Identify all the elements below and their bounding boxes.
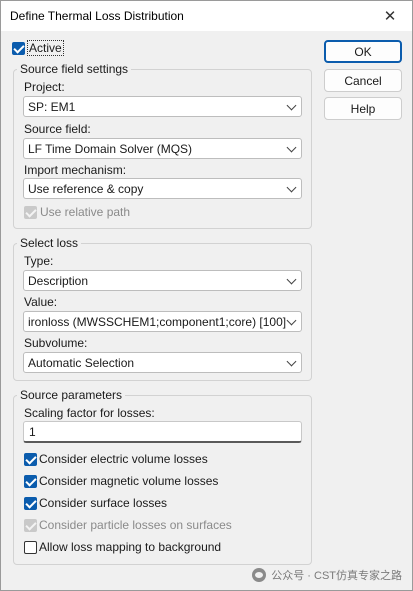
type-select[interactable]: Description xyxy=(23,270,302,291)
source-parameters-legend: Source parameters xyxy=(17,388,126,402)
subvolume-value: Automatic Selection xyxy=(28,356,135,370)
project-label: Project: xyxy=(24,80,65,94)
project-select[interactable]: SP: EM1 xyxy=(23,96,302,117)
dialog-window: Define Thermal Loss Distribution ✕ Activ… xyxy=(0,0,413,591)
chevron-down-icon xyxy=(286,100,297,111)
select-loss-legend: Select loss xyxy=(17,236,82,250)
particle-losses-checkbox[interactable] xyxy=(24,519,37,532)
magnetic-volume-label: Consider magnetic volume losses xyxy=(39,474,219,488)
window-title: Define Thermal Loss Distribution xyxy=(10,9,184,23)
source-field-legend: Source field settings xyxy=(17,62,132,76)
cancel-label: Cancel xyxy=(344,73,382,88)
cancel-button[interactable]: Cancel xyxy=(324,69,402,92)
source-field-value: LF Time Domain Solver (MQS) xyxy=(28,142,193,156)
close-button[interactable]: ✕ xyxy=(368,1,412,31)
close-icon: ✕ xyxy=(383,8,397,25)
value-label: Value: xyxy=(24,295,58,309)
scaling-factor-input[interactable]: 1 xyxy=(23,421,302,443)
relative-path-label: Use relative path xyxy=(40,205,131,219)
source-field-label: Source field: xyxy=(24,122,91,136)
magnetic-volume-checkbox[interactable] xyxy=(24,475,37,488)
background-mapping-label: Allow loss mapping to background xyxy=(39,540,222,554)
import-mechanism-value: Use reference & copy xyxy=(28,182,144,196)
import-mechanism-label: Import mechanism: xyxy=(24,163,127,177)
active-checkbox[interactable] xyxy=(12,42,25,55)
chevron-down-icon xyxy=(286,182,297,193)
title-bar: Define Thermal Loss Distribution ✕ xyxy=(1,1,412,31)
import-mechanism-select[interactable]: Use reference & copy xyxy=(23,178,302,199)
electric-volume-checkbox[interactable] xyxy=(24,453,37,466)
type-label: Type: xyxy=(24,254,54,268)
type-value: Description xyxy=(28,274,89,288)
help-button[interactable]: Help xyxy=(324,97,402,120)
background-mapping-checkbox[interactable] xyxy=(24,541,37,554)
project-value: SP: EM1 xyxy=(28,100,76,114)
chevron-down-icon xyxy=(286,356,297,367)
value-select[interactable]: ironloss (MWSSCHEM1;component1;core) [10… xyxy=(23,311,302,332)
chevron-down-icon xyxy=(286,142,297,153)
surface-losses-checkbox[interactable] xyxy=(24,497,37,510)
ok-label: OK xyxy=(354,44,372,59)
surface-losses-label: Consider surface losses xyxy=(39,496,168,510)
subvolume-select[interactable]: Automatic Selection xyxy=(23,352,302,373)
subvolume-label: Subvolume: xyxy=(24,336,88,350)
chevron-down-icon xyxy=(286,274,297,285)
particle-losses-label: Consider particle losses on surfaces xyxy=(39,518,232,532)
watermark-text: 公众号 · CST仿真专家之路 xyxy=(271,570,402,582)
help-label: Help xyxy=(350,101,376,116)
electric-volume-label: Consider electric volume losses xyxy=(39,452,208,466)
active-label: Active xyxy=(27,40,64,56)
watermark: 公众号 · CST仿真专家之路 xyxy=(252,567,402,583)
source-field-select[interactable]: LF Time Domain Solver (MQS) xyxy=(23,138,302,159)
ok-button[interactable]: OK xyxy=(324,40,402,63)
value-value: ironloss (MWSSCHEM1;component1;core) [10… xyxy=(28,315,287,329)
wechat-icon xyxy=(252,568,267,582)
chevron-down-icon xyxy=(286,315,297,326)
scaling-factor-label: Scaling factor for losses: xyxy=(24,406,155,420)
relative-path-checkbox[interactable] xyxy=(24,206,37,219)
scaling-factor-value: 1 xyxy=(29,425,36,439)
